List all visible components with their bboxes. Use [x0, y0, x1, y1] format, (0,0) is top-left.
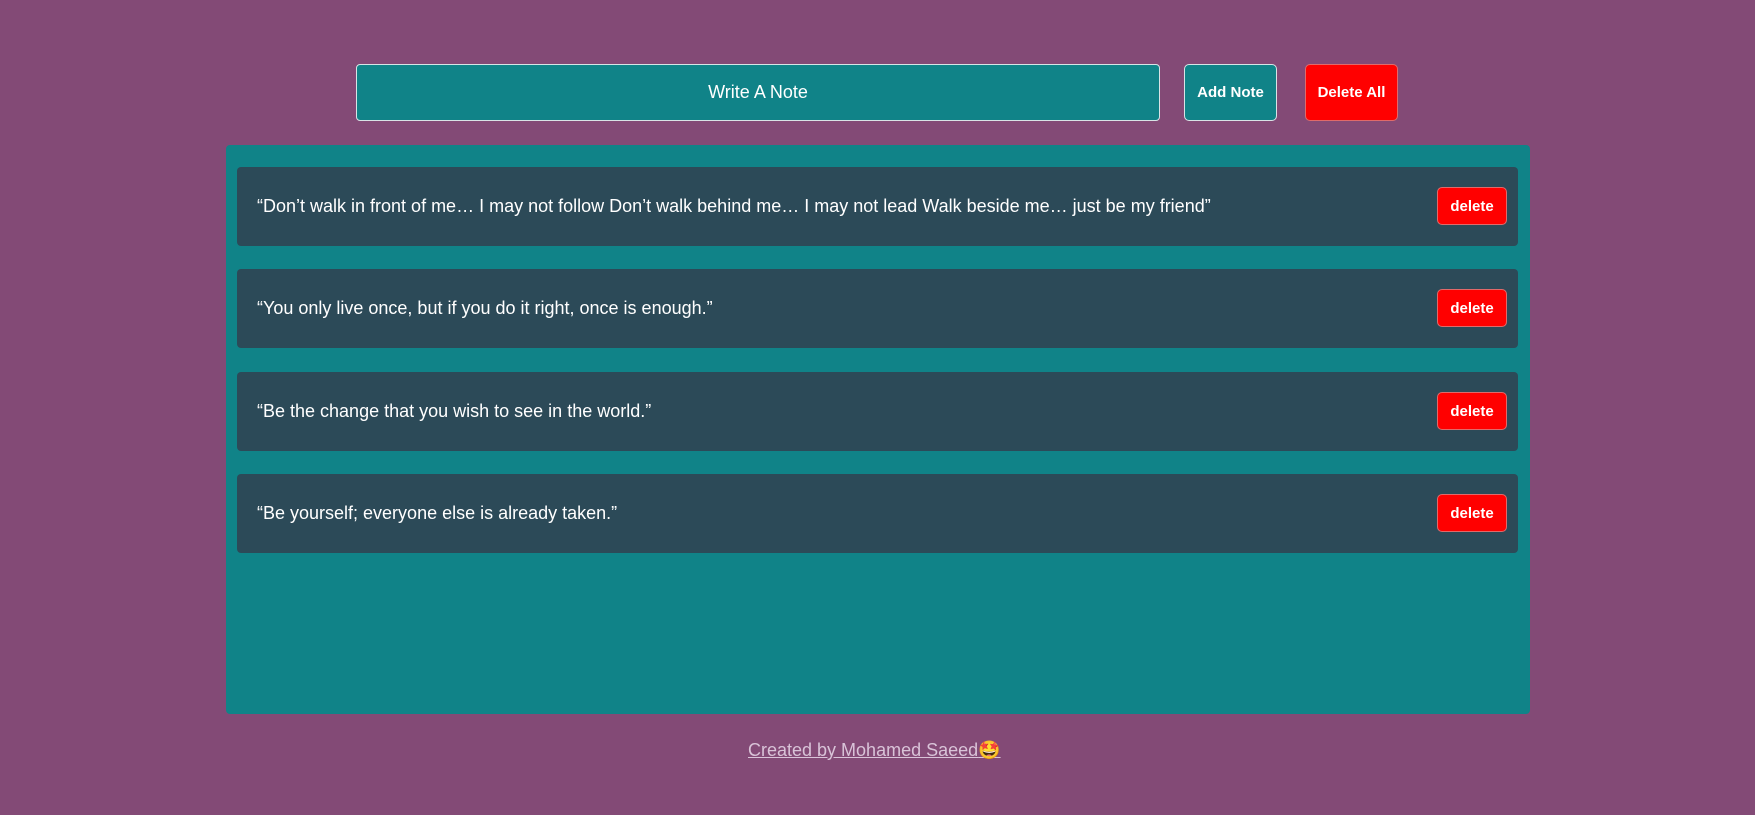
- note-input[interactable]: [356, 64, 1160, 121]
- delete-note-button[interactable]: delete: [1437, 392, 1507, 430]
- footer-credit-text: Created by Mohamed Saeed: [748, 740, 979, 760]
- delete-note-button[interactable]: delete: [1437, 494, 1507, 532]
- notes-app: Add Note Delete All “Don’t walk in front…: [0, 0, 1755, 815]
- add-note-button[interactable]: Add Note: [1184, 64, 1277, 121]
- notes-list: “Don’t walk in front of me… I may not fo…: [226, 145, 1530, 714]
- note-item: “Don’t walk in front of me… I may not fo…: [237, 167, 1518, 246]
- note-text: “Don’t walk in front of me… I may not fo…: [257, 196, 1211, 216]
- footer-credit-link[interactable]: Created by Mohamed Saeed🤩: [748, 740, 1001, 761]
- note-text: “You only live once, but if you do it ri…: [257, 298, 713, 318]
- note-item: “You only live once, but if you do it ri…: [237, 269, 1518, 348]
- delete-all-button[interactable]: Delete All: [1305, 64, 1398, 121]
- note-item: “Be yourself; everyone else is already t…: [237, 474, 1518, 553]
- note-item: “Be the change that you wish to see in t…: [237, 372, 1518, 451]
- delete-note-button[interactable]: delete: [1437, 289, 1507, 327]
- star-struck-emoji-icon: 🤩: [978, 740, 1001, 760]
- delete-note-button[interactable]: delete: [1437, 187, 1507, 225]
- note-text: “Be the change that you wish to see in t…: [257, 401, 652, 421]
- note-text: “Be yourself; everyone else is already t…: [257, 503, 618, 523]
